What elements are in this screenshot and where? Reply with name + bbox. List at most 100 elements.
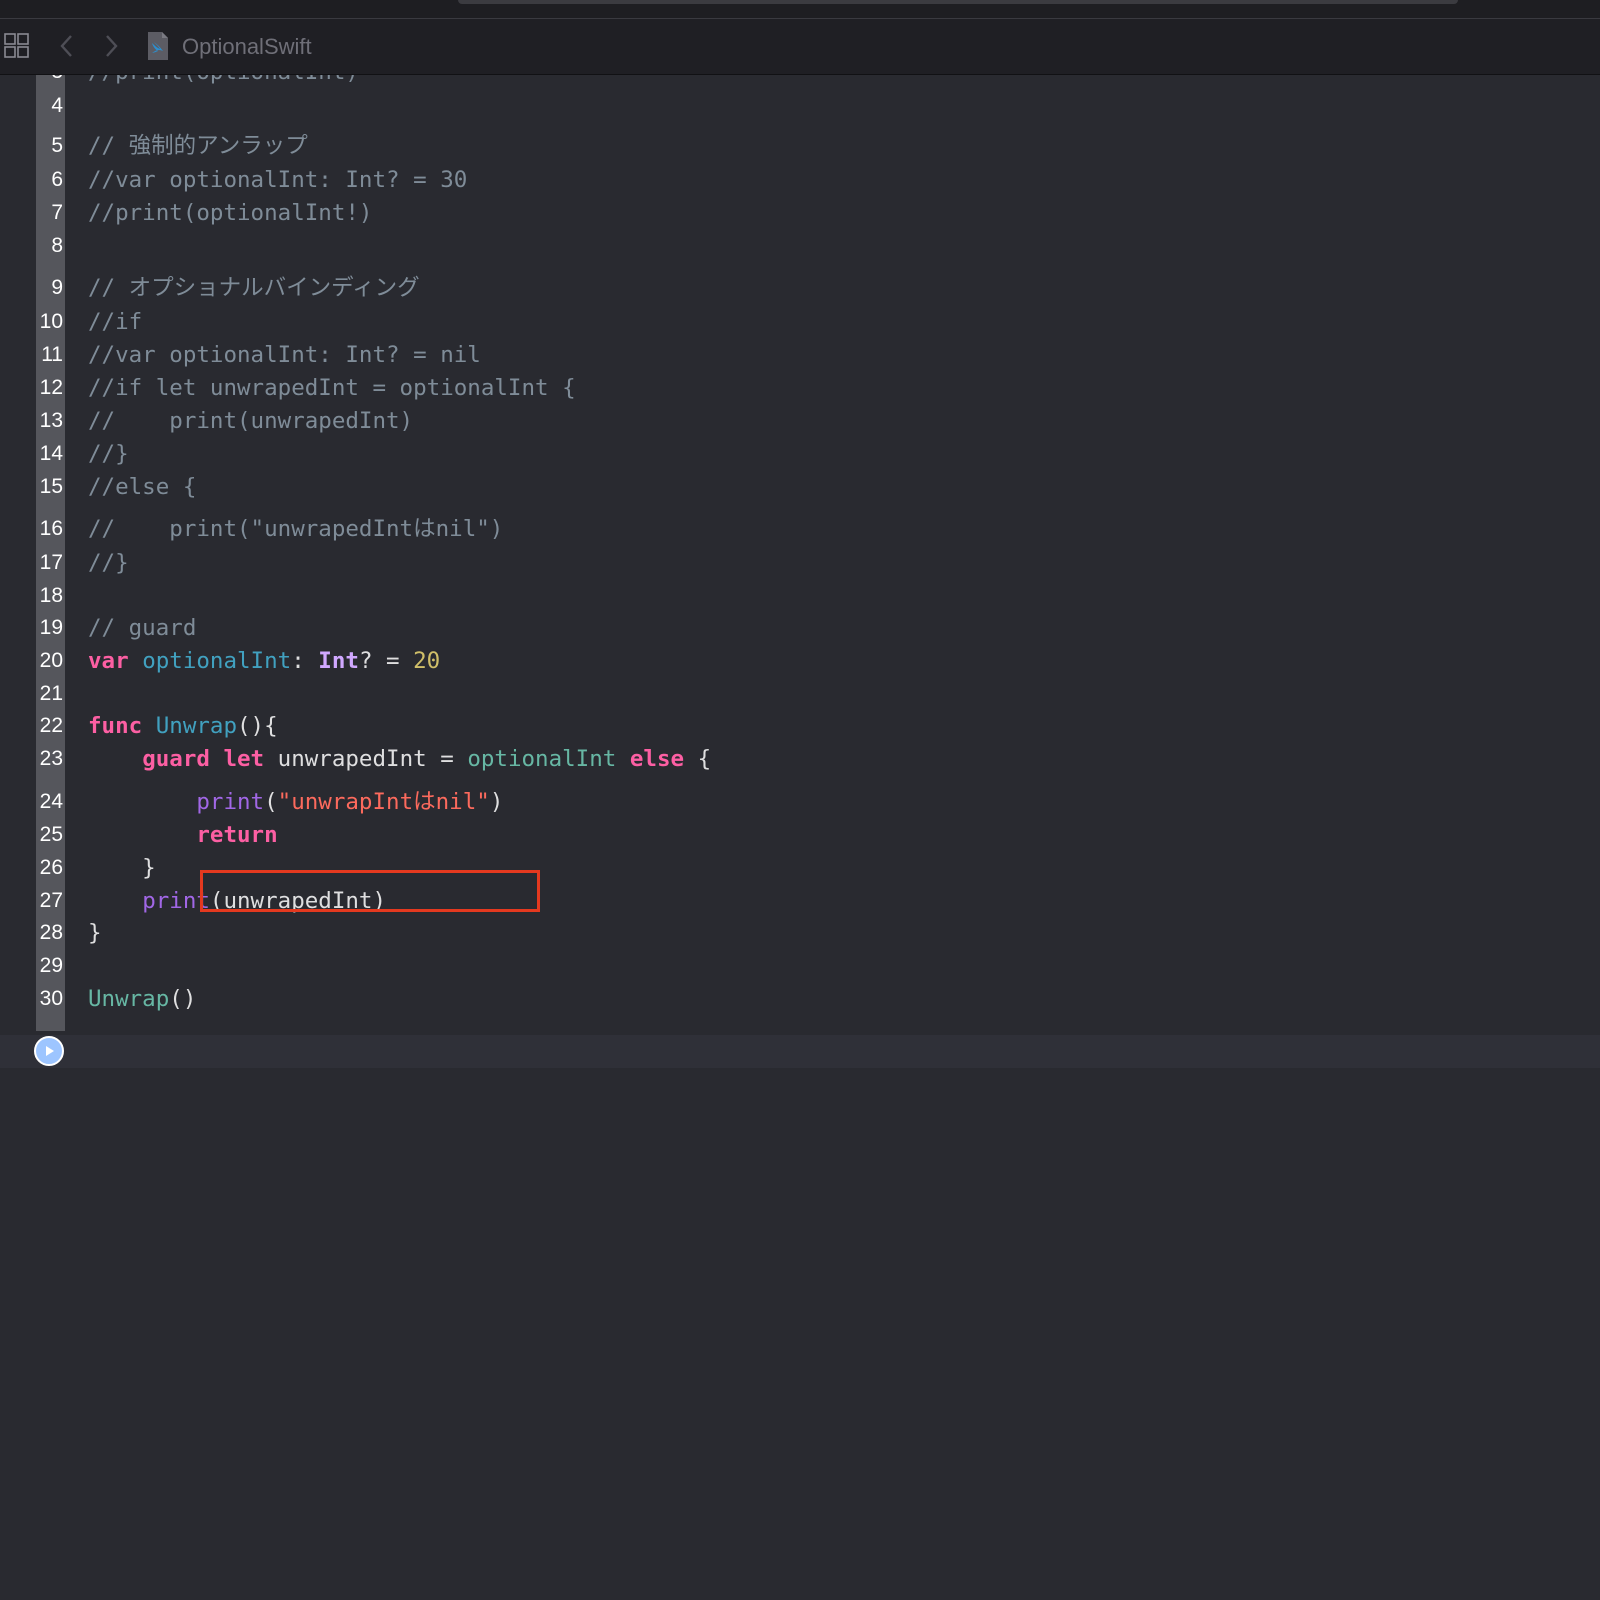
code-text[interactable]: } <box>88 853 156 883</box>
code-text[interactable]: //if <box>88 307 142 337</box>
code-line[interactable]: 12 //if let unwrapedInt = optionalInt { <box>0 373 1600 403</box>
line-number: 17 <box>39 551 63 574</box>
code-token: optionalInt <box>142 648 292 674</box>
code-token: Unwrap <box>88 986 170 1012</box>
code-token: //if <box>88 309 143 335</box>
line-number: 19 <box>39 616 63 639</box>
line-number: 25 <box>39 823 63 846</box>
code-text[interactable]: //print(optionalInt!) <box>88 198 372 228</box>
grid-icon[interactable] <box>0 29 34 63</box>
code-text[interactable]: //var optionalInt: Int? = nil <box>88 340 481 370</box>
tab-bar-hint <box>458 0 1458 4</box>
line-number: 11 <box>41 343 63 366</box>
code-line[interactable]: 11 //var optionalInt: Int? = nil <box>0 340 1600 370</box>
line-number: 9 <box>51 276 63 299</box>
chevron-right-icon[interactable] <box>98 29 124 63</box>
code-line[interactable]: 13 // print(unwrapedInt) <box>0 406 1600 436</box>
code-line[interactable]: 3 //print(optionalInt) <box>0 75 1600 87</box>
code-token: Unwrap <box>155 713 238 739</box>
code-line[interactable]: 23 guard let unwrapedInt = optionalInt e… <box>0 744 1600 774</box>
code-token: var <box>88 648 129 674</box>
code-text[interactable]: Unwrap() <box>88 984 196 1014</box>
code-line[interactable]: 24 print("unwrapIntはnil") <box>0 787 1600 817</box>
code-line[interactable]: 8 <box>0 231 1600 261</box>
code-line[interactable]: 5 // 強制的アンラップ <box>0 131 1600 161</box>
play-icon[interactable] <box>34 1036 64 1066</box>
code-token: //} <box>88 550 129 576</box>
code-line[interactable]: 14 //} <box>0 439 1600 469</box>
line-number: 18 <box>39 584 63 607</box>
line-number: 29 <box>39 954 63 977</box>
line-number: 30 <box>39 987 63 1010</box>
code-token: ) <box>489 789 504 815</box>
code-line[interactable]: 4 <box>0 91 1600 121</box>
code-text[interactable]: //else { <box>88 472 196 502</box>
code-text[interactable]: print("unwrapIntはnil") <box>88 787 503 817</box>
code-text[interactable]: // guard <box>88 613 196 643</box>
code-token: unwrapedInt = <box>264 746 468 772</box>
code-text[interactable]: //print(optionalInt) <box>88 75 359 87</box>
code-text[interactable]: // オプショナルバインディング <box>88 273 420 303</box>
code-text[interactable]: //var optionalInt: Int? = 30 <box>88 165 467 195</box>
code-text[interactable]: // print(unwrapedInt) <box>88 406 413 436</box>
code-line[interactable]: 19 // guard <box>0 613 1600 643</box>
code-text[interactable]: var optionalInt: Int? = 20 <box>88 646 440 676</box>
code-token: //print(optionalInt!) <box>88 200 373 226</box>
code-line[interactable]: 28} <box>0 918 1600 948</box>
chevron-left-icon[interactable] <box>54 29 80 63</box>
code-line[interactable]: 30 Unwrap() <box>0 984 1600 1014</box>
code-editor[interactable]: 3 //print(optionalInt) 4 5 // 強制的アンラップ 6 //var… <box>0 75 1600 1600</box>
code-line[interactable]: 21 <box>0 679 1600 709</box>
code-token: print <box>196 789 265 815</box>
code-text[interactable]: return <box>88 820 277 850</box>
swift-file-icon <box>146 31 170 61</box>
code-line[interactable]: 7 //print(optionalInt!) <box>0 198 1600 228</box>
code-line[interactable]: 18 <box>0 581 1600 611</box>
code-text[interactable]: //} <box>88 439 129 469</box>
line-number: 20 <box>39 649 63 672</box>
code-line[interactable]: 17 //} <box>0 548 1600 578</box>
code-text[interactable]: func Unwrap(){ <box>88 711 278 741</box>
line-number: 6 <box>51 168 63 191</box>
code-text[interactable]: } <box>88 918 102 948</box>
code-token: //print(optionalInt) <box>88 75 359 85</box>
code-token: } <box>88 920 102 946</box>
file-name-breadcrumb[interactable]: OptionalSwift <box>182 34 312 60</box>
code-token: // オプショナルバインディング <box>88 275 420 301</box>
code-token: //var optionalInt: Int? = nil <box>88 342 481 368</box>
code-token: let <box>223 746 265 772</box>
code-line[interactable]: 16 // print("unwrapedIntはnil") <box>0 514 1600 544</box>
code-text[interactable]: //} <box>88 548 129 578</box>
code-token: //if let unwrapedInt = optionalInt { <box>88 375 576 401</box>
code-text[interactable]: // 強制的アンラップ <box>88 131 308 161</box>
line-number: 3 <box>30 75 63 87</box>
code-text[interactable]: guard let unwrapedInt = optionalInt else… <box>88 744 711 774</box>
line-number: 14 <box>39 442 63 465</box>
code-token: optionalInt <box>467 746 617 772</box>
code-line[interactable]: 29 <box>0 951 1600 981</box>
code-token: "unwrapIntはnil" <box>277 789 490 815</box>
line-number: 4 <box>51 94 63 117</box>
code-line[interactable]: 22 func Unwrap(){ <box>0 711 1600 741</box>
editor-jump-bar: OptionalSwift <box>0 19 1600 75</box>
code-text[interactable]: //if let unwrapedInt = optionalInt { <box>88 373 576 403</box>
code-token: ? = <box>358 648 414 674</box>
code-line[interactable]: 20 var optionalInt: Int? = 20 <box>0 646 1600 676</box>
line-number: 22 <box>39 714 63 737</box>
code-line[interactable]: 10 //if <box>0 307 1600 337</box>
code-token: 20 <box>413 648 441 674</box>
code-line[interactable]: 6 //var optionalInt: Int? = 30 <box>0 165 1600 195</box>
line-number: 16 <box>39 517 63 540</box>
code-token: } <box>88 855 156 881</box>
code-line[interactable]: 15 //else { <box>0 472 1600 502</box>
code-line[interactable]: 9 // オプショナルバインディング <box>0 273 1600 303</box>
code-line[interactable]: 25 return <box>0 820 1600 850</box>
code-token: // guard <box>88 615 197 641</box>
code-text[interactable]: // print("unwrapedIntはnil") <box>88 514 503 544</box>
